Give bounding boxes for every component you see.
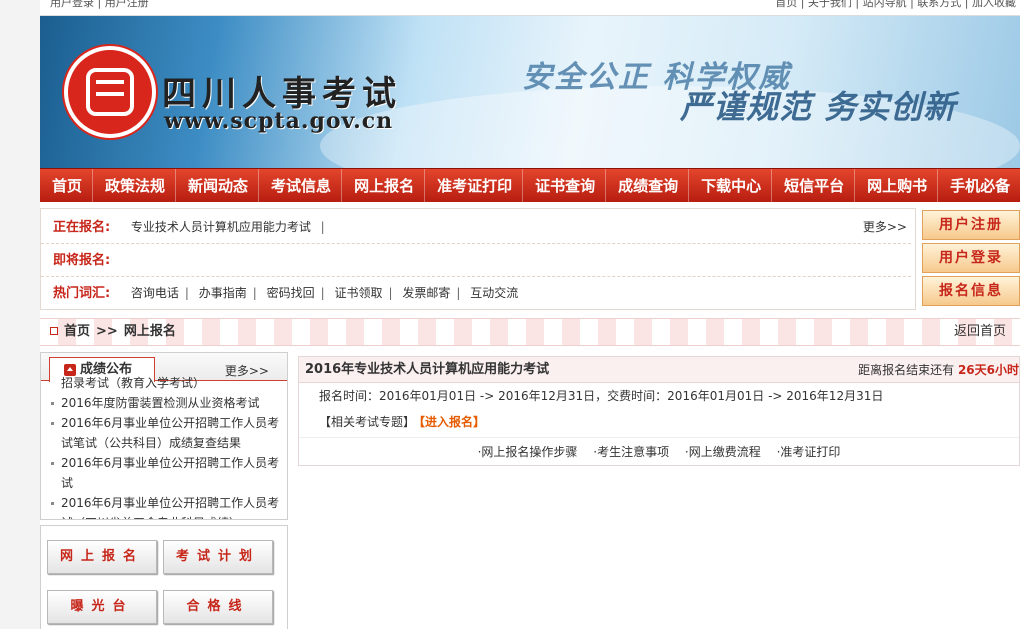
related-topic-link[interactable]: 【相关考试专题】 [319, 415, 415, 429]
hot-link-guide[interactable]: 办事指南 [199, 286, 247, 300]
breadcrumb: 首页 >> 网上报名 返回首页 [40, 318, 1020, 346]
top-right-links[interactable]: 首页 | 关于我们 | 站内导航 | 联系方式 | 加入收藏 [775, 0, 1016, 10]
top-left-links[interactable]: 用户登录 | 用户注册 [50, 0, 149, 10]
list-item[interactable]: 招录考试（教育入学考试） [47, 373, 287, 393]
exam-title: 2016年专业技术人员计算机应用能力考试 [305, 362, 550, 377]
hot-words-row: 热门词汇: 咨询电话 | 办事指南 | 密码找回 | 证书领取 | 发票邮寄 | 互动交流 [41, 277, 911, 310]
exam-title-bar: 2016年专业技术人员计算机应用能力考试 距离报名结束还有 26天6小时 [299, 357, 1019, 383]
exam-detail: 2016年专业技术人员计算机应用能力考试 距离报名结束还有 26天6小时 报名时… [298, 356, 1020, 466]
breadcrumb-home[interactable]: 首页 [64, 324, 90, 339]
list-item[interactable]: 2016年度防雷装置检测从业资格考试 [47, 393, 287, 413]
nav-item-mobile[interactable]: 手机必备 [938, 169, 1020, 203]
separator: | [320, 220, 325, 234]
site-url: www.scpta.gov.cn [164, 108, 394, 134]
nav-item-home[interactable]: 首页 [40, 168, 94, 203]
registering-row: 正在报名: 专业技术人员计算机应用能力考试 | 更多>> [41, 211, 911, 244]
login-button[interactable]: 用户登录 [922, 243, 1020, 273]
registration-info-button[interactable]: 报名信息 [922, 276, 1020, 306]
link-payment-flow[interactable]: ·网上缴费流程 [685, 445, 761, 459]
hot-link-password[interactable]: 密码找回 [267, 286, 315, 300]
site-logo-icon [64, 46, 156, 138]
main-nav: 首页 政策法规 新闻动态 考试信息 网上报名 准考证打印 证书查询 成绩查询 下… [40, 168, 1020, 203]
countdown-prefix: 距离报名结束还有 [858, 363, 955, 377]
nav-item-policy[interactable]: 政策法规 [93, 168, 177, 203]
nav-item-admission-ticket[interactable]: 准考证打印 [425, 168, 524, 203]
nav-item-sms[interactable]: 短信平台 [772, 168, 856, 203]
exam-links: ·网上报名操作步骤 ·考生注意事项 ·网上缴费流程 ·准考证打印 [299, 437, 1019, 465]
hot-link-invoice[interactable]: 发票邮寄 [402, 286, 450, 300]
hot-link-certificate[interactable]: 证书领取 [335, 286, 383, 300]
header-banner: 四川人事考试 www.scpta.gov.cn 安全公正 科学权威 严谨规范 务… [40, 16, 1020, 168]
link-notes[interactable]: ·考生注意事项 [593, 445, 669, 459]
score-news-list: 招录考试（教育入学考试） 2016年度防雷装置检测从业资格考试 2016年6月事… [47, 376, 287, 519]
registering-exam-link[interactable]: 专业技术人员计算机应用能力考试 [131, 220, 311, 234]
passing-line-button[interactable]: 合格线 [163, 590, 273, 624]
home-icon [50, 327, 58, 335]
link-admission-print[interactable]: ·准考证打印 [777, 445, 841, 459]
nav-item-score-query[interactable]: 成绩查询 [606, 168, 690, 203]
score-panel: 成绩公布 更多>> 招录考试（教育入学考试） 2016年度防雷装置检测从业资格考… [40, 352, 288, 520]
hot-link-phone[interactable]: 咨询电话 [131, 286, 179, 300]
info-panel: 正在报名: 专业技术人员计算机应用能力考试 | 更多>> 即将报名: 热门词汇:… [40, 208, 916, 310]
hot-link-interaction[interactable]: 互动交流 [470, 286, 518, 300]
online-registration-button[interactable]: 网上报名 [47, 540, 157, 574]
exposure-button[interactable]: 曝光台 [47, 590, 157, 624]
back-home-link[interactable]: 返回首页 [954, 319, 1006, 345]
registering-label: 正在报名: [53, 220, 111, 235]
link-operation-steps[interactable]: ·网上报名操作步骤 [478, 445, 578, 459]
nav-item-download[interactable]: 下载中心 [689, 168, 773, 203]
nav-item-online-registration[interactable]: 网上报名 [342, 168, 426, 203]
quick-links-panel: 网上报名 考试计划 曝光台 合格线 [40, 525, 288, 629]
list-item[interactable]: 2016年6月事业单位公开招聘工作人员考试 [47, 453, 287, 493]
more-link[interactable]: 更多>> [863, 211, 907, 244]
exam-plan-button[interactable]: 考试计划 [163, 540, 273, 574]
nav-item-certificate-query[interactable]: 证书查询 [523, 168, 607, 203]
breadcrumb-current: 网上报名 [123, 324, 176, 339]
exam-actions: 【相关考试专题】 【进入报名】 [319, 413, 485, 430]
countdown-value: 26天6小时 [957, 363, 1019, 377]
breadcrumb-arrow: >> [96, 324, 118, 339]
user-buttons: 用户注册 用户登录 报名信息 [922, 210, 1020, 309]
list-item[interactable]: 2016年6月事业单位公开招聘工作人员考试（四川省总工会专业科目成绩） [47, 493, 287, 519]
page: 用户登录 | 用户注册 首页 | 关于我们 | 站内导航 | 联系方式 | 加入… [40, 0, 1020, 629]
registration-dates: 报名时间：2016年01月01日 -> 2016年12月31日，交费时间：201… [319, 389, 884, 403]
slogan-2: 严谨规范 务实创新 [680, 88, 957, 126]
nav-item-exam-info[interactable]: 考试信息 [259, 168, 343, 203]
list-item[interactable]: 2016年6月事业单位公开招聘工作人员考试笔试（公共科目）成绩复查结果 [47, 413, 287, 453]
register-button[interactable]: 用户注册 [922, 210, 1020, 240]
upcoming-label: 即将报名: [53, 253, 111, 268]
top-bar: 用户登录 | 用户注册 首页 | 关于我们 | 站内导航 | 联系方式 | 加入… [40, 0, 1020, 16]
upcoming-row: 即将报名: [41, 244, 911, 277]
countdown: 距离报名结束还有 26天6小时 [858, 357, 1019, 383]
nav-item-book-shop[interactable]: 网上购书 [855, 168, 939, 203]
enter-registration-link[interactable]: 【进入报名】 [419, 415, 485, 429]
nav-item-news[interactable]: 新闻动态 [176, 168, 260, 203]
hot-words-label: 热门词汇: [53, 286, 111, 301]
